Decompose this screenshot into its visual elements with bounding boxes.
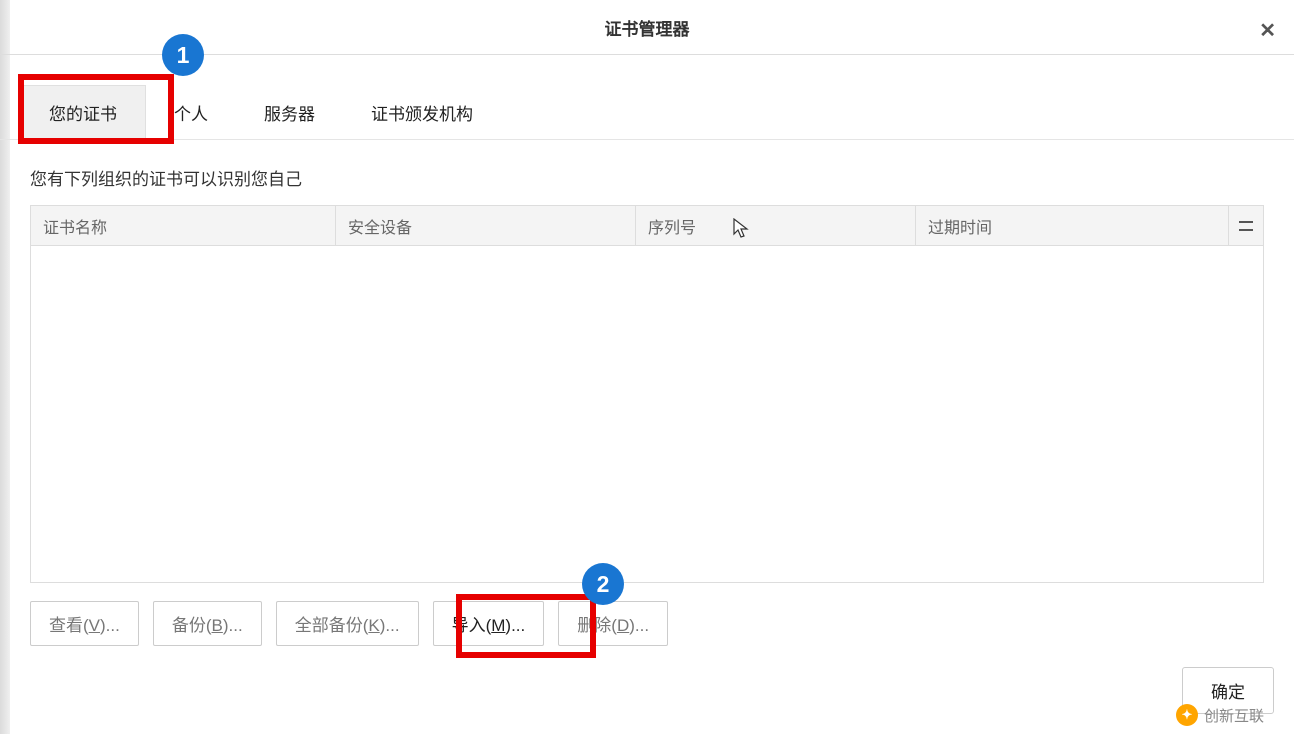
watermark-text: 创新互联 [1204,705,1264,726]
close-icon[interactable]: ✕ [1259,18,1276,43]
action-button-row: 查看(V)... 备份(B)... 全部备份(K)... 导入(M)... 删除… [0,583,1294,664]
watermark-logo-icon: ✦ [1176,704,1198,726]
tab-servers[interactable]: 服务器 [236,86,343,139]
import-button[interactable]: 导入(M)... [433,601,545,646]
column-picker-icon[interactable] [1228,206,1263,245]
column-security-device[interactable]: 安全设备 [336,206,636,245]
table-body-empty [31,246,1263,582]
backup-button[interactable]: 备份(B)... [153,601,262,646]
view-button[interactable]: 查看(V)... [30,601,139,646]
tab-your-certificates[interactable]: 您的证书 [20,85,146,139]
dialog-title: 证书管理器 [605,15,690,40]
column-expiry-time[interactable]: 过期时间 [916,206,1228,245]
table-header-row: 证书名称 安全设备 序列号 过期时间 [31,206,1263,246]
certificate-table: 证书名称 安全设备 序列号 过期时间 [30,205,1264,583]
backup-all-button[interactable]: 全部备份(K)... [276,601,419,646]
column-cert-name[interactable]: 证书名称 [31,206,336,245]
tab-authorities[interactable]: 证书颁发机构 [343,86,501,139]
tabs-row: 您的证书 个人 服务器 证书颁发机构 [0,85,1294,140]
watermark: ✦ 创新互联 [1176,704,1264,726]
tab-personal[interactable]: 个人 [146,86,236,139]
delete-button[interactable]: 删除(D)... [558,601,668,646]
tab-description: 您有下列组织的证书可以识别您自己 [0,140,1294,205]
annotation-badge-1: 1 [162,34,204,76]
annotation-badge-2: 2 [582,563,624,605]
column-serial-number[interactable]: 序列号 [636,206,916,245]
